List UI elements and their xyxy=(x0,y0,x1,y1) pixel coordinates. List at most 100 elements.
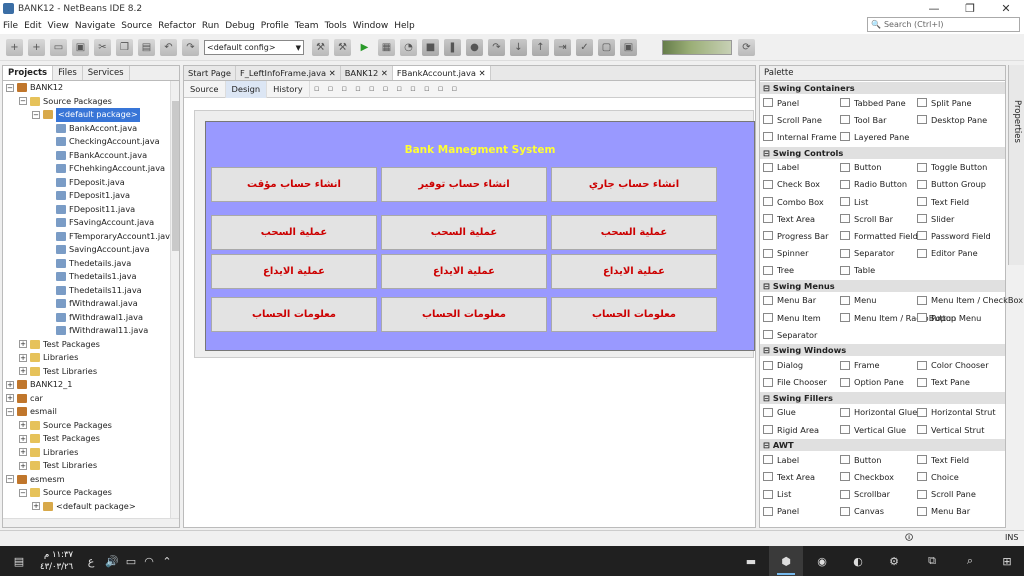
expand-toggle-icon[interactable]: − xyxy=(6,475,14,484)
palette-item[interactable]: Text Field xyxy=(914,455,991,465)
form-button[interactable]: عملية السحب xyxy=(551,215,717,250)
form-button[interactable]: عملية السحب xyxy=(211,215,377,250)
volume-icon[interactable]: 🔊 xyxy=(102,546,122,576)
palette-item[interactable]: Menu Item xyxy=(760,313,837,323)
tree-node[interactable]: FDeposit.java xyxy=(3,176,179,190)
close-button[interactable]: ✕ xyxy=(988,0,1024,17)
start-icon[interactable]: ⊞ xyxy=(990,546,1024,576)
palette-item[interactable]: Text Area xyxy=(760,214,837,224)
palette-item[interactable]: Separator xyxy=(837,248,914,258)
expand-toggle-icon[interactable]: + xyxy=(19,448,27,457)
palette-item[interactable]: Desktop Pane xyxy=(914,115,991,125)
palette-item[interactable]: Label xyxy=(760,162,837,172)
palette-item[interactable]: Layered Pane xyxy=(837,132,914,142)
search-box[interactable]: 🔍 Search (Ctrl+I) xyxy=(867,17,1020,32)
minimize-button[interactable]: — xyxy=(916,0,952,17)
expand-toggle-icon[interactable]: + xyxy=(32,502,40,511)
expand-toggle-icon[interactable]: − xyxy=(6,83,14,92)
tree-node[interactable]: − BANK12 xyxy=(3,81,179,95)
tree-node[interactable]: fWithdrawal11.java xyxy=(3,324,179,338)
palette-item[interactable]: Checkbox xyxy=(837,472,914,482)
palette-item[interactable]: Horizontal Strut xyxy=(914,407,996,417)
palette-item[interactable]: File Chooser xyxy=(760,377,837,387)
palette-item[interactable]: Panel xyxy=(760,98,837,108)
tree-node[interactable]: Thedetails.java xyxy=(3,257,179,271)
view-design[interactable]: Design xyxy=(225,80,268,98)
editor-tab[interactable]: FBankAccount.java ✕ xyxy=(392,66,491,80)
palette-item[interactable]: Progress Bar xyxy=(760,231,837,241)
tree-node[interactable]: − Source Packages xyxy=(3,486,179,500)
screenshot-icon[interactable]: ▣ xyxy=(620,39,637,56)
palette-item[interactable]: Button xyxy=(837,455,914,465)
horizontal-scrollbar[interactable] xyxy=(3,518,179,527)
tree-node[interactable]: CheckingAccount.java xyxy=(3,135,179,149)
palette-item[interactable]: Tool Bar xyxy=(837,115,914,125)
profile-icon[interactable]: ◔ xyxy=(400,39,417,56)
expand-toggle-icon[interactable]: + xyxy=(19,421,27,430)
settings-icon[interactable]: ⚙ xyxy=(877,546,911,576)
apply-changes-icon[interactable]: ✓ xyxy=(576,39,593,56)
language-indicator[interactable]: ع xyxy=(84,546,98,576)
expand-toggle-icon[interactable]: + xyxy=(19,461,27,470)
view-source[interactable]: Source xyxy=(184,80,226,98)
cut-icon[interactable]: ✂ xyxy=(94,39,111,56)
palette-item[interactable]: Text Pane xyxy=(914,377,991,387)
menu-refactor[interactable]: Refactor xyxy=(158,21,196,31)
center-v-icon[interactable]: ▫ xyxy=(424,84,430,94)
palette-item[interactable]: Glue xyxy=(760,407,837,417)
gc-icon[interactable]: ⟳ xyxy=(738,39,755,56)
palette-category[interactable]: ⊟ Swing Windows xyxy=(760,344,1005,357)
expand-toggle-icon[interactable]: − xyxy=(32,110,40,119)
tree-node[interactable]: + <default package> xyxy=(3,500,179,514)
config-select[interactable]: <default config> ▼ xyxy=(204,40,304,55)
editor-tab[interactable]: BANK12 ✕ xyxy=(341,66,393,80)
form-button[interactable]: معلومات الحساب xyxy=(551,297,717,332)
clock[interactable]: ١١:٣٧ م ٤٣/٠٣/٢٦ xyxy=(40,549,73,573)
tree-node[interactable]: + Test Libraries xyxy=(3,459,179,473)
copy-icon[interactable]: ❐ xyxy=(116,39,133,56)
palette-item[interactable]: Dialog xyxy=(760,360,837,370)
tree-node[interactable]: − Source Packages xyxy=(3,95,179,109)
palette-item[interactable]: Horizontal Glue xyxy=(837,407,917,417)
run-icon[interactable]: ▶ xyxy=(356,39,373,56)
vertical-scrollbar[interactable] xyxy=(170,81,179,520)
align-top-icon[interactable]: ▫ xyxy=(396,84,402,94)
form-button[interactable]: عملية الايداع xyxy=(551,254,717,289)
step-over-icon[interactable]: ↷ xyxy=(488,39,505,56)
palette-item[interactable]: Table xyxy=(837,265,914,275)
palette-item[interactable]: Rigid Area xyxy=(760,425,837,435)
clean-build-icon[interactable]: ⚒ xyxy=(334,39,351,56)
form-button[interactable]: انشاء حساب جاري xyxy=(551,167,717,202)
menu-help[interactable]: Help xyxy=(394,21,415,31)
palette-item[interactable]: Vertical Glue xyxy=(837,425,914,435)
palette-item[interactable]: Tree xyxy=(760,265,837,275)
show-hidden-icons[interactable]: ⌃ xyxy=(158,546,176,576)
palette-item[interactable]: Tabbed Pane xyxy=(837,98,914,108)
tree-node[interactable]: FChehkingAccount.java xyxy=(3,162,179,176)
palette-item[interactable]: Scroll Bar xyxy=(837,214,914,224)
palette-item[interactable]: Scrollbar xyxy=(837,489,914,499)
maximize-button[interactable]: ❐ xyxy=(952,0,988,17)
palette-item[interactable]: Button xyxy=(837,162,914,172)
new-project-icon[interactable]: + xyxy=(28,39,45,56)
paste-icon[interactable]: ▤ xyxy=(138,39,155,56)
undo-icon[interactable]: ↶ xyxy=(160,39,177,56)
task-view-icon[interactable]: ⧉ xyxy=(915,546,949,576)
palette-category[interactable]: ⊟ Swing Menus xyxy=(760,279,1005,292)
menu-run[interactable]: Run xyxy=(202,21,219,31)
palette-item[interactable]: Text Field xyxy=(914,197,991,207)
tree-node[interactable]: FDeposit11.java xyxy=(3,203,179,217)
step-into-icon[interactable]: ↓ xyxy=(510,39,527,56)
palette-item[interactable]: Menu Bar xyxy=(760,295,837,305)
center-h-icon[interactable]: ▫ xyxy=(383,84,389,94)
menu-profile[interactable]: Profile xyxy=(261,21,289,31)
palette-item[interactable]: Panel xyxy=(760,506,837,516)
file-explorer-icon[interactable]: ▬ xyxy=(736,546,766,576)
menu-edit[interactable]: Edit xyxy=(24,21,41,31)
palette-item[interactable]: Label xyxy=(760,455,837,465)
palette-item[interactable]: Formatted Field xyxy=(837,231,918,241)
palette-item[interactable]: Color Chooser xyxy=(914,360,991,370)
palette-item[interactable]: Text Area xyxy=(760,472,837,482)
palette-item[interactable]: Button Group xyxy=(914,179,991,189)
stop-icon[interactable]: ■ xyxy=(422,39,439,56)
